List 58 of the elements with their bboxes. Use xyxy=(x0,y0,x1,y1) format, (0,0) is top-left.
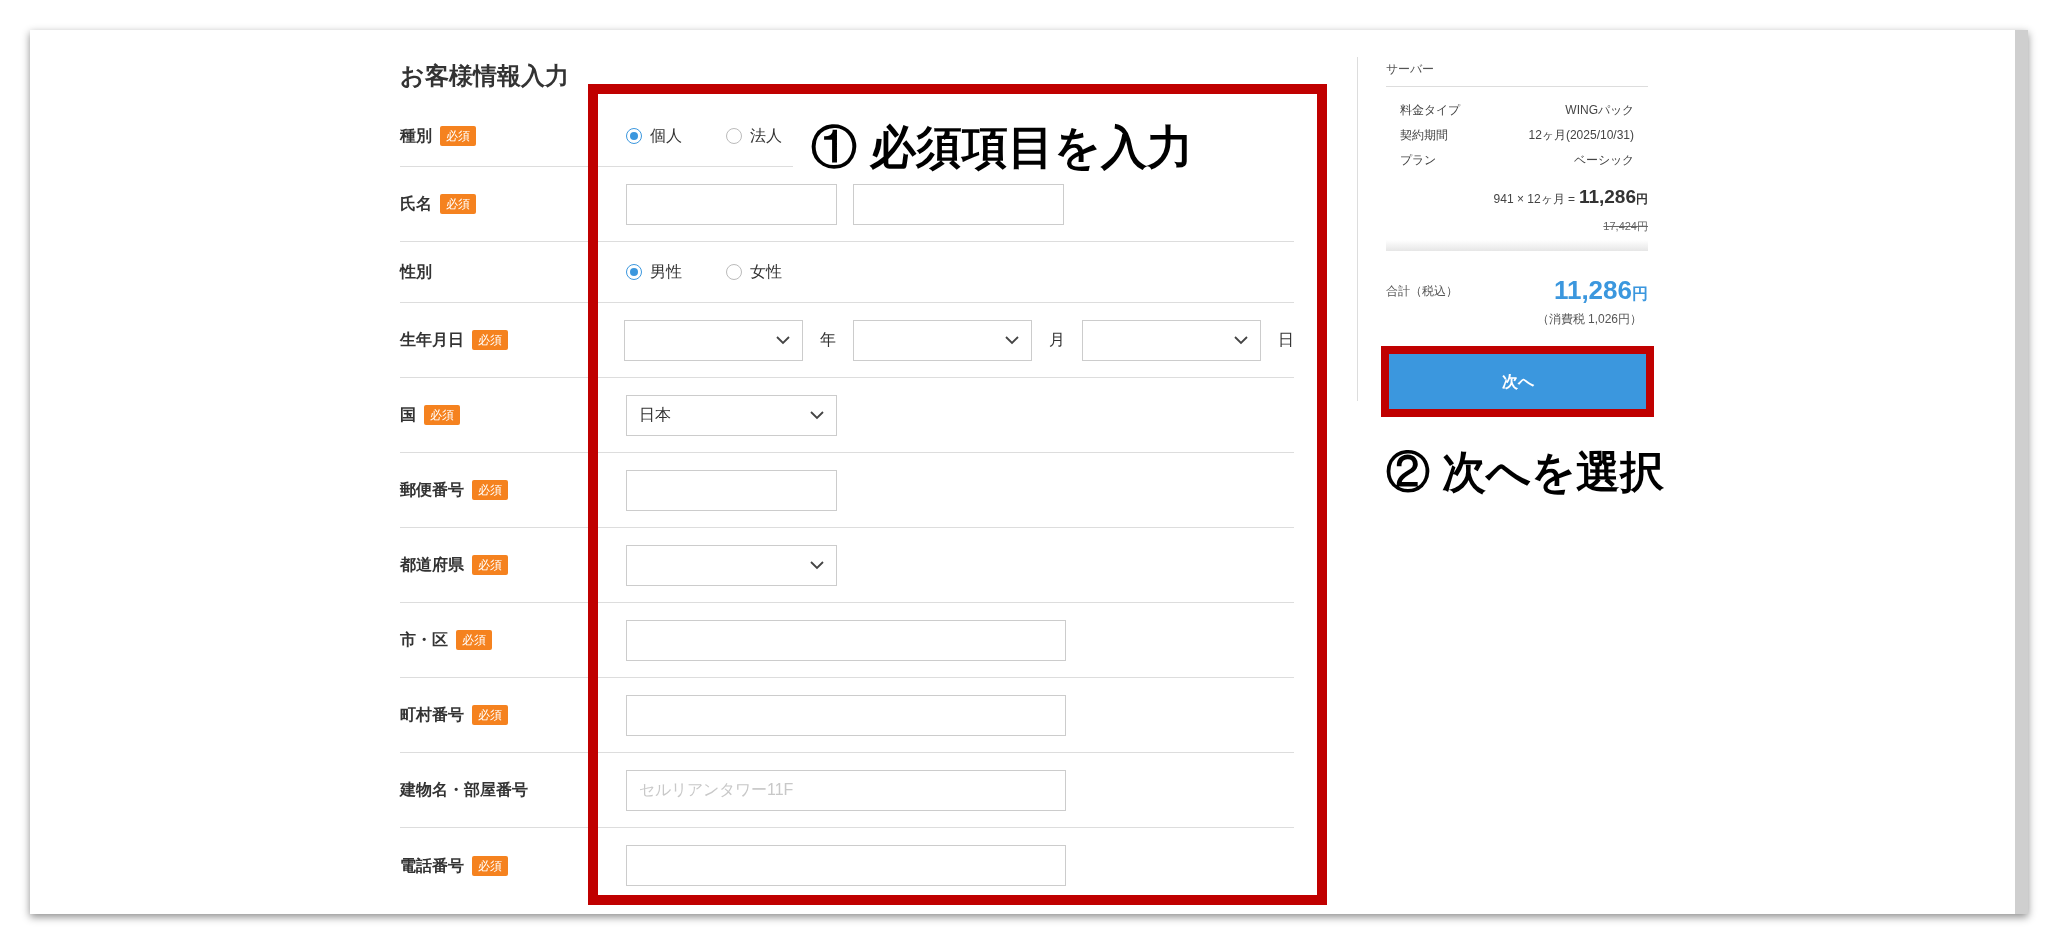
select-field[interactable] xyxy=(1082,319,1261,361)
select-field[interactable] xyxy=(853,319,1032,361)
required-badge: 必須 xyxy=(472,555,508,575)
date-unit-label: 年 xyxy=(820,330,836,350)
radio-option[interactable]: 男性 xyxy=(626,260,682,284)
required-badge: 必須 xyxy=(440,126,476,146)
field-label: 性別 xyxy=(400,262,432,282)
summary-label: プラン xyxy=(1400,152,1436,169)
required-badge: 必須 xyxy=(472,855,508,876)
text-field[interactable] xyxy=(626,619,1066,661)
price-calculation: 941 × 12ヶ月 = xyxy=(1493,191,1575,208)
date-unit-label: 月 xyxy=(1049,330,1065,350)
required-badge: 必須 xyxy=(440,194,476,214)
chevron-down-icon xyxy=(810,560,824,570)
field-label: 電話番号 xyxy=(400,855,464,876)
field-label: 市・区 xyxy=(400,630,448,650)
select-field[interactable] xyxy=(626,544,837,586)
field-label: 都道府県 xyxy=(400,555,464,575)
select-field[interactable] xyxy=(624,319,803,361)
chevron-down-icon xyxy=(810,410,824,420)
original-price: 17,424円 xyxy=(1603,218,1648,234)
form-title: お客様情報入力 xyxy=(400,61,570,91)
required-badge: 必須 xyxy=(424,405,460,425)
text-field[interactable] xyxy=(626,469,837,511)
text-field[interactable] xyxy=(626,694,1066,736)
total-amount: 11,286円 xyxy=(1553,274,1648,307)
summary-value: 12ヶ月(2025/10/31) xyxy=(1528,127,1634,144)
price-amount: 11,286円 xyxy=(1578,185,1648,209)
summary-label: 契約期間 xyxy=(1400,127,1448,144)
required-badge: 必須 xyxy=(472,330,508,350)
summary-label: 料金タイプ xyxy=(1400,102,1460,119)
field-label: 国 xyxy=(400,405,416,425)
field-label: 町村番号 xyxy=(400,705,464,725)
section-heading: サーバー xyxy=(1386,60,1648,87)
field-label: 郵便番号 xyxy=(400,480,464,500)
radio-option[interactable]: 女性 xyxy=(726,260,782,284)
date-unit-label: 日 xyxy=(1278,330,1294,350)
required-badge: 必須 xyxy=(456,630,492,650)
summary-value: WINGパック xyxy=(1565,102,1634,119)
field-label: 氏名 xyxy=(400,194,432,214)
annotation-text: ② 次へを選択 xyxy=(1386,446,1666,498)
summary-value: ベーシック xyxy=(1574,152,1634,169)
radio-option[interactable]: 個人 xyxy=(626,124,682,148)
field-label: 生年月日 xyxy=(400,330,464,350)
tax-note: （消費税 1,026円） xyxy=(1536,311,1642,328)
required-badge: 必須 xyxy=(472,480,508,500)
radio-option[interactable]: 法人 xyxy=(726,124,782,148)
text-field[interactable] xyxy=(626,845,1066,886)
field-label: 種別 xyxy=(400,126,432,146)
required-badge: 必須 xyxy=(472,705,508,725)
select-field[interactable]: 日本 xyxy=(626,394,837,436)
field-label: 建物名・部屋番号 xyxy=(400,780,528,800)
total-label: 合計（税込） xyxy=(1386,282,1458,300)
text-field[interactable] xyxy=(626,183,837,225)
chevron-down-icon xyxy=(776,335,790,345)
chevron-down-icon xyxy=(1234,335,1248,345)
chevron-down-icon xyxy=(1005,335,1019,345)
text-field[interactable] xyxy=(853,183,1064,225)
